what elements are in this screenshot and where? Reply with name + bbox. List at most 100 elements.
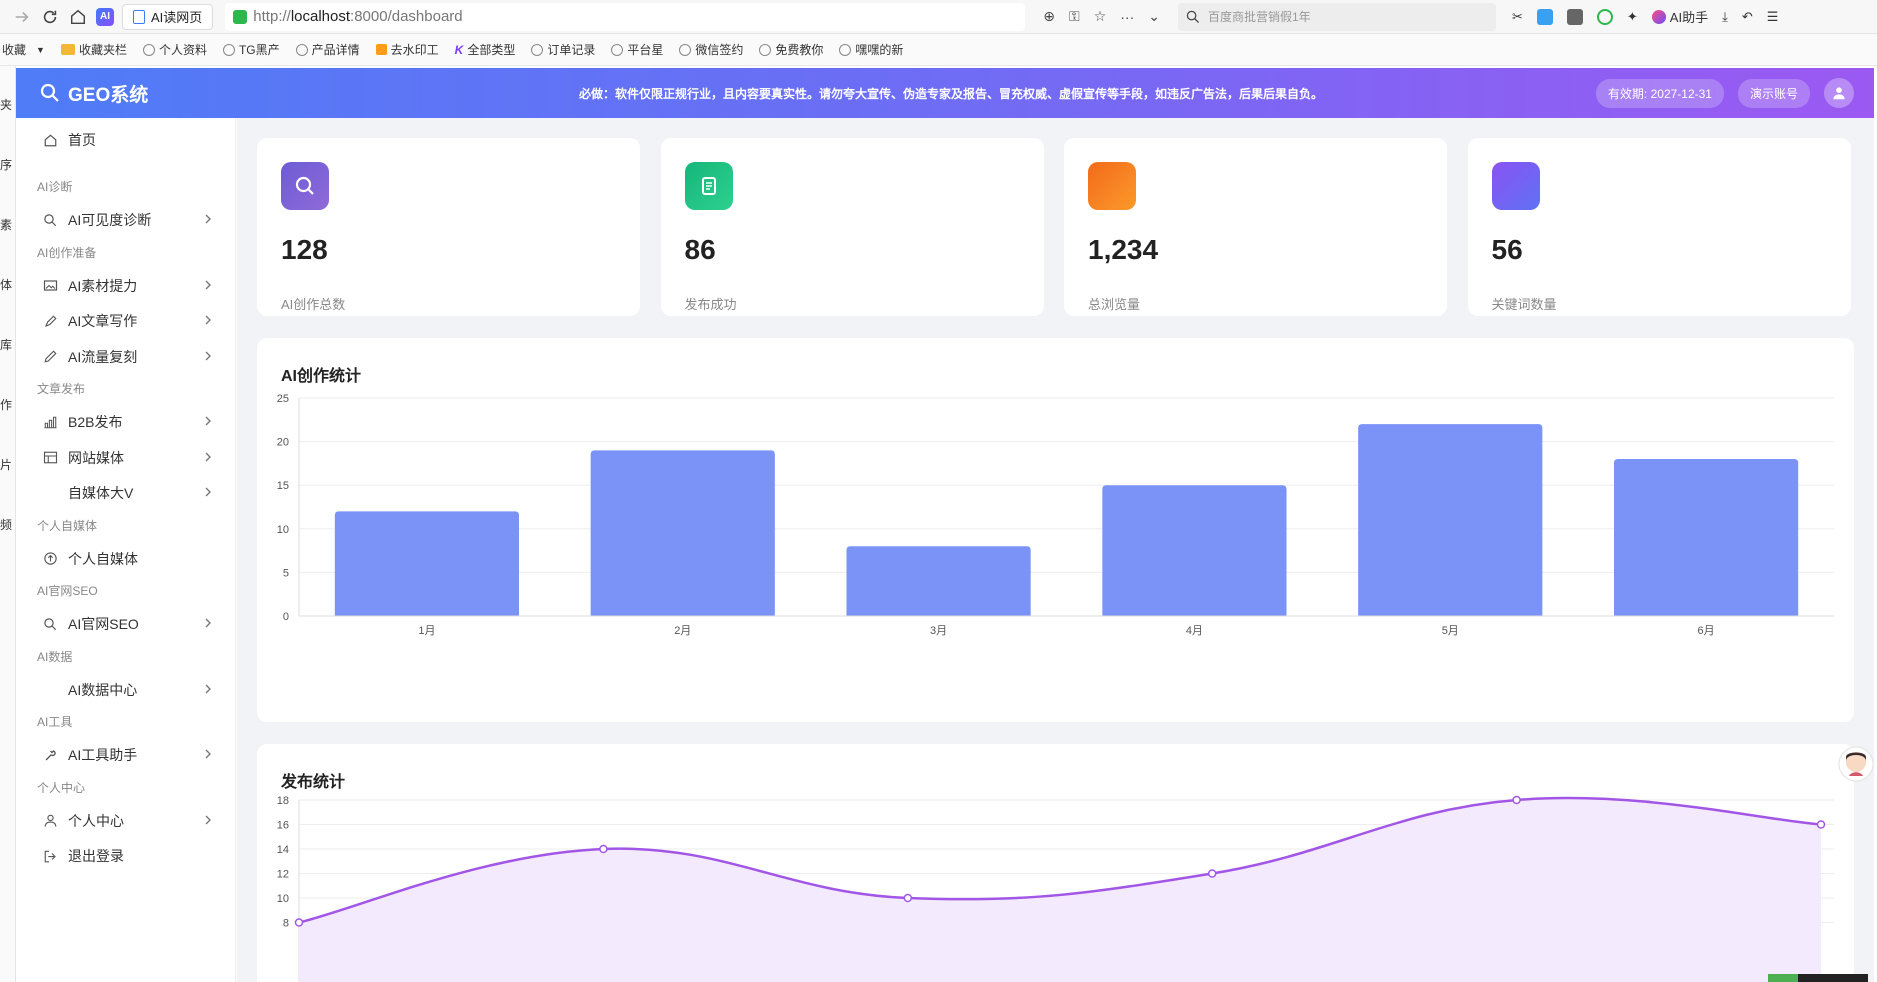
avatar[interactable] [1824, 78, 1854, 108]
y-tick-label: 15 [277, 480, 289, 492]
location-icon[interactable]: ⊕ [1043, 8, 1055, 25]
browser-tab[interactable]: AI读网页 [122, 3, 214, 30]
address-bar[interactable]: http://localhost:8000/dashboard [225, 2, 1026, 31]
sidebar-item[interactable]: 自媒体大V [16, 473, 236, 513]
bar[interactable] [1613, 459, 1799, 616]
sidebar-item[interactable]: 个人中心 [16, 801, 236, 841]
data-point[interactable] [599, 844, 608, 854]
sidebar-item[interactable]: AI流量复刻 [16, 337, 236, 377]
side-strip-label[interactable]: 库 [0, 336, 16, 353]
globe-icon [222, 43, 235, 56]
bookmark-item[interactable]: 微信签约 [671, 41, 751, 58]
bar[interactable] [1358, 424, 1543, 616]
publish-line-chart: 8 10 12 14 16 18 [277, 795, 1834, 982]
side-strip-label[interactable]: 体 [0, 276, 16, 293]
home-icon [42, 132, 58, 148]
side-strip-label[interactable]: 作 [0, 396, 16, 413]
side-strip-label[interactable]: 片 [0, 456, 16, 473]
bookmark-item[interactable]: 个人资料 [135, 41, 215, 58]
sidebar-item[interactable]: AI数据中心 [16, 670, 236, 710]
globe-icon [759, 43, 772, 56]
key-icon[interactable]: ⚿ [1069, 8, 1080, 25]
bookmark-label: 免费教你 [775, 43, 824, 57]
side-strip-label[interactable]: 夹 [0, 96, 16, 113]
stat-label: 发布成功 [684, 297, 737, 312]
x-tick-label: 6月 [1698, 625, 1715, 637]
sidebar-group-title: 个人中心 [37, 780, 86, 795]
home-icon[interactable] [64, 3, 92, 31]
download-icon[interactable]: ⤓ [1722, 9, 1728, 25]
stat-card-published[interactable]: 86 发布成功 [660, 138, 1044, 316]
bookmark-item[interactable]: 订单记录 [523, 41, 603, 58]
stat-value: 86 [684, 234, 716, 265]
search-icon [42, 212, 58, 228]
bookmark-item[interactable]: K 全部类型 [447, 41, 524, 58]
data-point[interactable] [1207, 869, 1217, 878]
translate-icon[interactable] [1536, 8, 1553, 25]
bookmark-label: 平台星 [627, 43, 664, 57]
sidebar-item[interactable]: 网站媒体 [16, 438, 236, 478]
forward-icon[interactable] [8, 3, 36, 31]
sidebar-item-home[interactable]: 首页 [16, 120, 236, 160]
sidebar-group-title: AI创作准备 [37, 245, 97, 260]
ai-logo-icon[interactable]: AI [96, 7, 114, 26]
browser-search-input[interactable]: 百度商批营销假1年 [1177, 2, 1496, 31]
bar[interactable] [1102, 485, 1287, 616]
undo-icon[interactable]: ↶ [1742, 9, 1753, 25]
bar[interactable] [334, 511, 520, 616]
sidebar-item[interactable]: B2B发布 [16, 402, 236, 442]
circle-extension-icon[interactable] [1596, 8, 1613, 25]
side-strip-label[interactable]: 序 [0, 156, 16, 173]
sidebar-item[interactable]: 个人自媒体 [16, 539, 236, 579]
side-strip-label[interactable]: 素 [0, 216, 16, 233]
more-icon[interactable]: ··· [1120, 9, 1134, 25]
data-point[interactable] [903, 893, 913, 903]
reader-icon[interactable] [1566, 8, 1583, 25]
sidebar-item-label: 自媒体大V [68, 485, 134, 501]
bar[interactable] [590, 450, 775, 616]
scissors-icon[interactable]: ✂ [1512, 9, 1523, 25]
bookmark-item[interactable]: 免费教你 [751, 41, 831, 58]
data-point[interactable] [1816, 820, 1826, 829]
menu-icon[interactable]: ☰ [1767, 9, 1779, 25]
chevron-right-icon [202, 682, 214, 698]
sidebar-item[interactable]: AI素材提力 [16, 266, 236, 306]
stat-label: AI创作总数 [281, 297, 346, 312]
data-point[interactable] [1512, 795, 1521, 805]
assistant-avatar-icon[interactable] [1838, 744, 1874, 784]
stat-card-keywords[interactable]: 56 关键词数量 [1467, 138, 1851, 316]
data-point[interactable] [294, 918, 304, 927]
search-icon [42, 616, 58, 632]
sidebar-item[interactable]: AI官网SEO [16, 604, 236, 644]
bookmark-item[interactable]: 收藏 ▼ [0, 41, 53, 58]
image-icon [42, 278, 58, 294]
side-strip-label[interactable]: 频 [0, 516, 16, 533]
brand[interactable]: GEO系统 [16, 80, 236, 107]
bookmark-item[interactable]: 产品详情 [288, 41, 368, 58]
bar[interactable] [846, 546, 1031, 616]
sidebar-item[interactable]: AI工具助手 [16, 735, 236, 775]
bookmark-item[interactable]: 去水印工 [368, 41, 447, 58]
bookmark-item[interactable]: 收藏夹栏 [53, 41, 135, 58]
x-tick-label: 4月 [1186, 625, 1203, 637]
chevron-down-icon[interactable]: ⌄ [1148, 8, 1160, 25]
bookmark-item[interactable]: 嘿嘿的新 [831, 41, 911, 58]
star-icon[interactable]: ☆ [1094, 8, 1107, 25]
refresh-icon[interactable] [36, 3, 64, 31]
sidebar-item-label: 个人中心 [68, 812, 124, 829]
bookmark-item[interactable]: TG黑产 [215, 41, 288, 58]
puzzle-icon[interactable]: ✦ [1627, 9, 1638, 25]
validity-badge: 有效期: 2027-12-31 [1595, 78, 1724, 108]
account-button[interactable]: 演示账号 [1737, 78, 1810, 108]
sidebar-item[interactable]: AI文章写作 [16, 301, 236, 341]
ai-assistant-button[interactable]: AI助手 [1651, 7, 1708, 26]
sidebar-item[interactable]: AI可见度诊断 [16, 200, 236, 240]
x-tick-label: 1月 [418, 625, 435, 637]
stat-card-ai-creations[interactable]: 128 AI创作总数 [257, 138, 640, 316]
stat-card-views[interactable]: 1,234 总浏览量 [1064, 138, 1447, 316]
chevron-right-icon [202, 349, 214, 365]
sidebar-item-label: AI可见度诊断 [68, 212, 152, 228]
sidebar-item[interactable]: 退出登录 [16, 836, 236, 876]
bookmark-item[interactable]: 平台星 [603, 41, 671, 58]
globe-icon [142, 43, 155, 56]
